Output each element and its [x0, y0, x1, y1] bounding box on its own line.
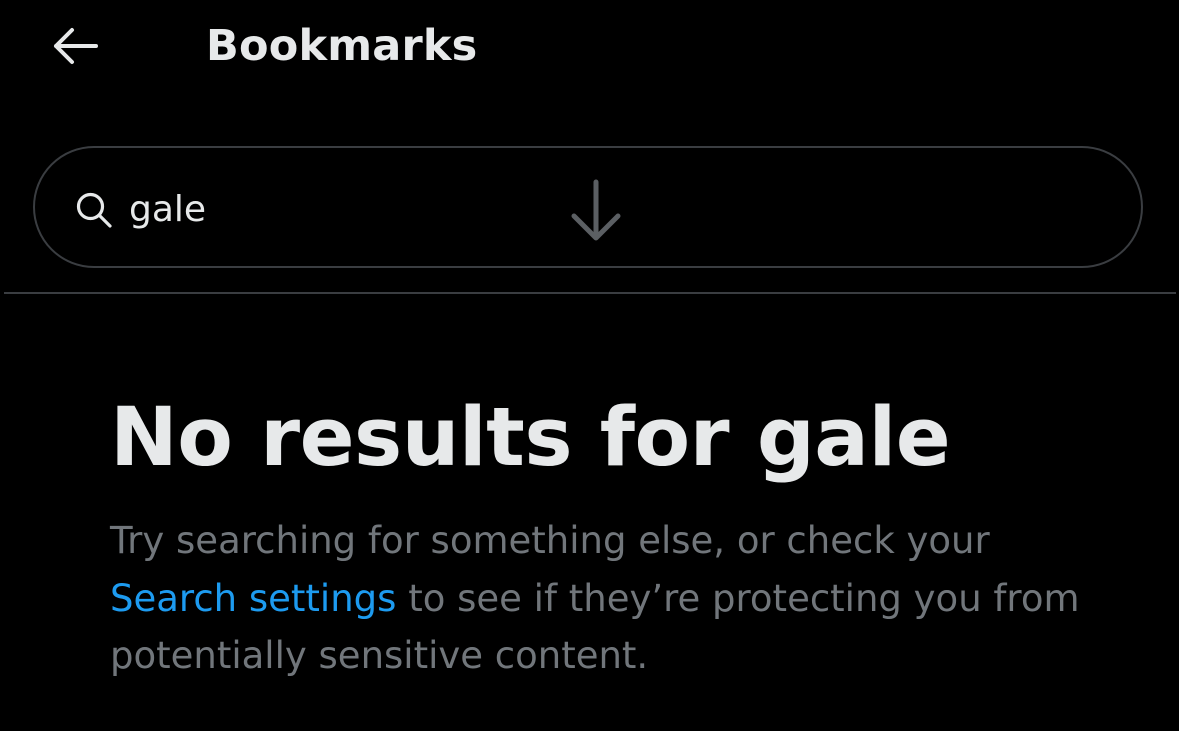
search-bar[interactable] [33, 146, 1143, 268]
search-settings-link[interactable]: Search settings [110, 577, 396, 620]
arrow-down-icon [571, 179, 621, 241]
divider [4, 292, 1176, 294]
empty-state-text-prefix: Try searching for something else, or che… [110, 519, 990, 562]
search-input[interactable] [129, 184, 529, 234]
page-title: Bookmarks [206, 21, 478, 71]
arrow-left-icon [54, 28, 98, 64]
back-button[interactable] [48, 22, 102, 70]
search-icon [76, 192, 112, 228]
top-bar: Bookmarks [0, 0, 1179, 100]
empty-state-message: Try searching for something else, or che… [110, 512, 1110, 685]
empty-state-title: No results for gale [110, 391, 951, 485]
